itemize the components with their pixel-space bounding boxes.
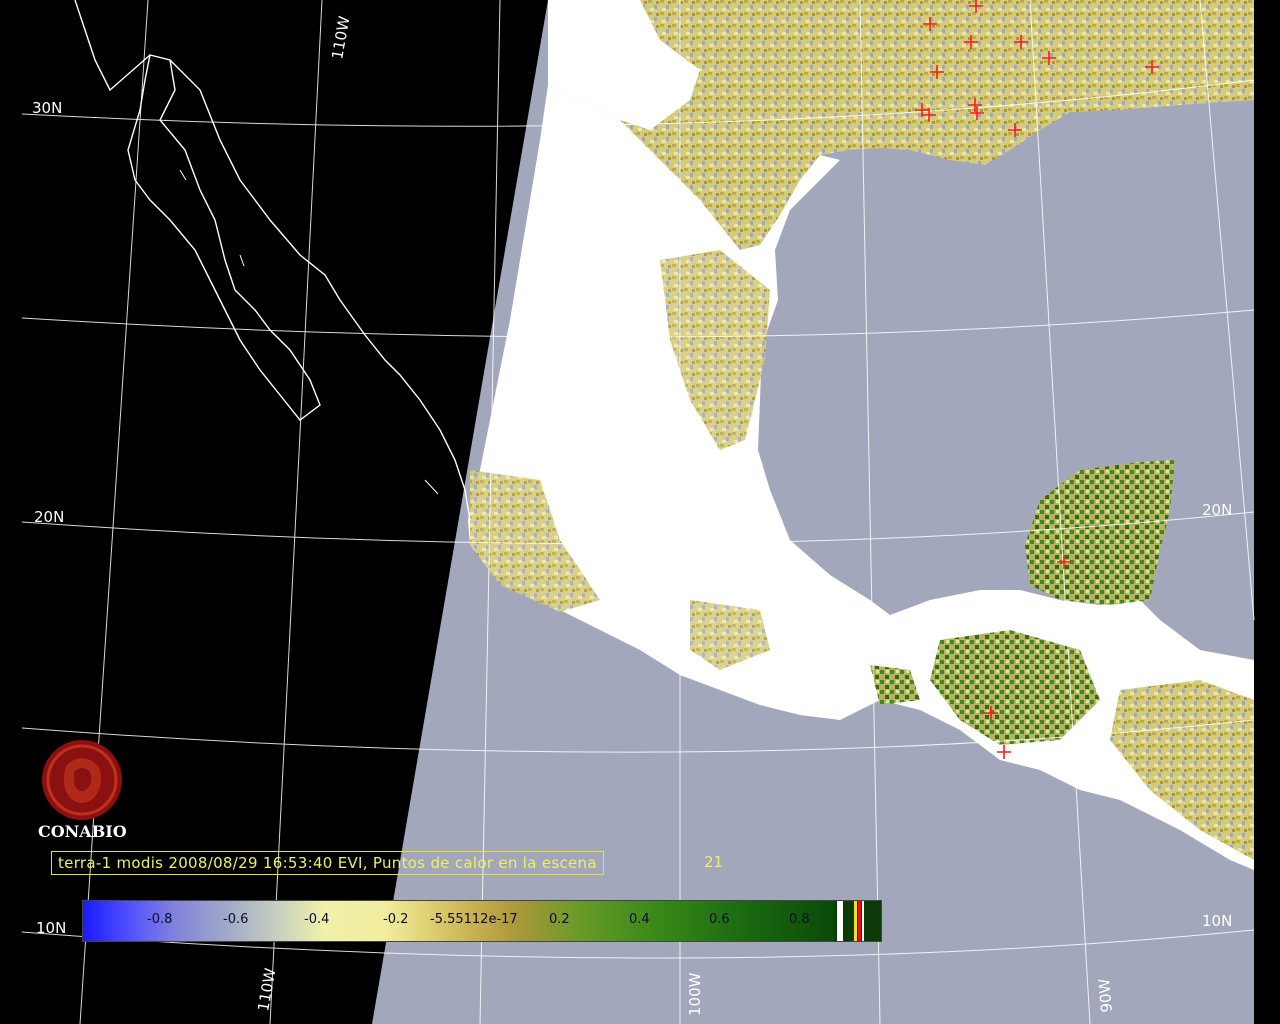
conabio-logo-icon [42,740,122,820]
colorbar-tick: 0.8 [789,912,810,927]
colorbar-tick: -0.8 [147,912,173,927]
lat-label-10n-right: 10N [1202,912,1232,930]
lat-label-20n-left: 20N [34,508,64,526]
colorbar-tick: 0.6 [709,912,730,927]
evi-colorbar: -0.8 -0.6 -0.4 -0.2 -5.55112e-17 0.2 0.4… [82,900,882,942]
colorbar-white-stripe [837,901,843,941]
lat-label-10n-left: 10N [36,919,66,937]
lat-label-20n-right: 20N [1202,501,1232,519]
lon-label-110w-bottom: 110W [254,967,279,1013]
scene-caption: terra-1 modis 2008/08/29 16:53:40 EVI, P… [51,851,604,875]
hotspot-count: 21 [704,853,724,871]
lon-label-110w-top: 110W [328,15,353,61]
lat-label-30n: 30N [32,99,62,117]
colorbar-tick: -0.2 [383,912,409,927]
colorbar-tick: 0.4 [629,912,650,927]
colorbar-white-stripe-2 [862,901,864,941]
colorbar-tick: 0.2 [549,912,570,927]
lon-label-90w: 90W [1095,978,1116,1014]
baja-california-outline [127,54,321,421]
colorbar-yellow-stripe [854,901,857,941]
mainland-west-coast-outline [74,0,471,521]
lon-label-100w: 100W [686,972,704,1016]
colorbar-tick: -0.4 [304,912,330,927]
logo-wordmark: CONABIO [38,822,127,841]
colorbar-tick: -0.6 [223,912,249,927]
colorbar-red-stripe [858,901,861,941]
colorbar-tick: -5.55112e-17 [430,912,518,927]
